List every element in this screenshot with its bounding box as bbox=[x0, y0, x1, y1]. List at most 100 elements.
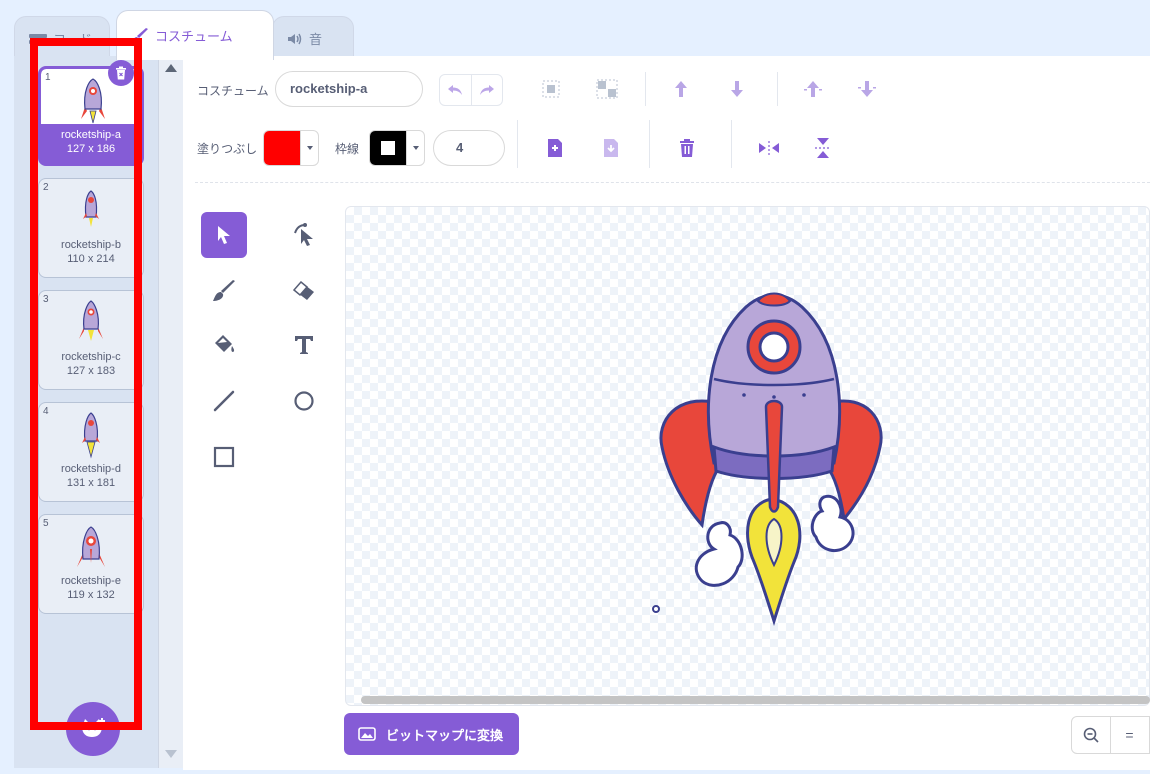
undo-button[interactable] bbox=[440, 75, 471, 105]
group-icon bbox=[542, 80, 560, 98]
paint-bucket-icon bbox=[215, 335, 235, 352]
tab-sound-label: 音 bbox=[309, 32, 323, 47]
fill-tool[interactable] bbox=[201, 322, 247, 368]
zoom-out-icon bbox=[1083, 727, 1099, 743]
arrow-cursor-icon bbox=[218, 226, 230, 244]
code-icon bbox=[29, 33, 47, 44]
costume-name-label: コスチューム bbox=[197, 84, 269, 98]
rocket-thumbnail bbox=[82, 412, 100, 459]
select-tool[interactable] bbox=[201, 212, 247, 258]
reshape-icon bbox=[294, 223, 313, 246]
backward-button[interactable] bbox=[723, 75, 751, 103]
flip-horizontal-icon bbox=[759, 141, 779, 155]
costume-selector: 1 rocketship-a 127 x 186 2 rocketship-b … bbox=[14, 56, 159, 768]
fill-color-picker[interactable] bbox=[263, 130, 319, 166]
flip-vertical-button[interactable] bbox=[809, 134, 837, 162]
costume-name: rocketship-b bbox=[61, 239, 121, 251]
costume-size: 127 x 186 bbox=[66, 143, 116, 155]
costume-size: 127 x 183 bbox=[66, 365, 116, 377]
bring-to-front-icon bbox=[804, 81, 822, 97]
costume-item-5[interactable]: 5 rocketship-e 119 x 132 bbox=[38, 514, 144, 614]
image-icon bbox=[358, 727, 376, 741]
fill-label: 塗りつぶし bbox=[197, 142, 258, 156]
costume-name: rocketship-a bbox=[61, 129, 121, 141]
tab-sound[interactable]: 音 bbox=[272, 16, 354, 60]
costume-name: rocketship-e bbox=[61, 575, 121, 587]
zoom-out-button[interactable] bbox=[1072, 717, 1110, 753]
front-button[interactable] bbox=[799, 75, 827, 103]
outline-swatch bbox=[370, 131, 406, 165]
convert-button-label: ビットマップに変換 bbox=[386, 727, 504, 743]
fill-swatch bbox=[264, 131, 300, 165]
toolbar-row-1: コスチューム rocketship-a bbox=[183, 70, 1150, 110]
eraser-tool[interactable] bbox=[281, 268, 327, 314]
drawing-canvas[interactable] bbox=[345, 206, 1150, 706]
undo-icon bbox=[448, 85, 463, 95]
rocket-sprite bbox=[652, 292, 883, 626]
cat-plus-icon bbox=[82, 718, 105, 737]
scroll-down-arrow-icon[interactable] bbox=[165, 750, 177, 758]
copy-icon bbox=[548, 139, 562, 157]
line-tool[interactable] bbox=[201, 378, 247, 424]
zoom-reset-button[interactable]: = bbox=[1110, 717, 1148, 753]
outline-width-input[interactable]: 4 bbox=[433, 130, 505, 166]
copy-button[interactable] bbox=[541, 134, 569, 162]
costume-name-input[interactable]: rocketship-a bbox=[275, 71, 423, 107]
arrow-down-icon bbox=[731, 81, 743, 97]
redo-icon bbox=[479, 85, 494, 95]
paint-editor-screen: コード コスチューム 音 1 rocketship-a 127 x 186 2 … bbox=[0, 0, 1150, 774]
reshape-tool[interactable] bbox=[281, 212, 327, 258]
brush-icon bbox=[132, 27, 148, 43]
canvas-horizontal-scrollbar[interactable] bbox=[361, 696, 1150, 704]
convert-to-bitmap-button[interactable]: ビットマップに変換 bbox=[344, 713, 519, 755]
group-button[interactable] bbox=[537, 75, 565, 103]
rocket-thumbnail bbox=[77, 526, 105, 567]
rectangle-tool[interactable] bbox=[201, 434, 247, 480]
costume-index: 2 bbox=[43, 182, 49, 193]
add-costume-button[interactable] bbox=[66, 702, 120, 756]
circle-icon bbox=[294, 391, 314, 411]
trash-icon bbox=[680, 139, 694, 157]
costume-index: 5 bbox=[43, 518, 49, 529]
flip-horizontal-button[interactable] bbox=[755, 134, 783, 162]
tab-bar: コード コスチューム 音 bbox=[0, 0, 1150, 60]
line-icon bbox=[213, 390, 235, 412]
rocket-thumbnail bbox=[83, 190, 99, 227]
text-tool[interactable] bbox=[281, 322, 327, 368]
ungroup-icon bbox=[596, 79, 618, 99]
rocket-thumbnail bbox=[81, 78, 105, 124]
costume-index: 4 bbox=[43, 406, 49, 417]
costume-size: 110 x 214 bbox=[67, 253, 115, 265]
costume-item-2[interactable]: 2 rocketship-b 110 x 214 bbox=[38, 178, 144, 278]
costume-name: rocketship-c bbox=[61, 351, 121, 363]
brush-icon bbox=[213, 280, 235, 301]
circle-tool[interactable] bbox=[281, 378, 327, 424]
redo-button[interactable] bbox=[470, 75, 503, 105]
costume-size: 131 x 181 bbox=[66, 477, 116, 489]
costume-item-3[interactable]: 3 rocketship-c 127 x 183 bbox=[38, 290, 144, 390]
costume-index: 3 bbox=[43, 294, 49, 305]
brush-tool[interactable] bbox=[201, 268, 247, 314]
scroll-up-arrow-icon[interactable] bbox=[165, 64, 177, 72]
costume-index: 1 bbox=[45, 72, 51, 83]
ungroup-button[interactable] bbox=[593, 75, 621, 103]
outline-label: 枠線 bbox=[335, 142, 360, 156]
delete-costume-button[interactable] bbox=[108, 60, 134, 86]
outline-color-picker[interactable] bbox=[369, 130, 425, 166]
tab-costume[interactable]: コスチューム bbox=[116, 10, 274, 60]
zoom-controls: = bbox=[1071, 716, 1150, 754]
forward-button[interactable] bbox=[667, 75, 695, 103]
send-to-back-icon bbox=[858, 81, 876, 97]
chevron-down-icon bbox=[412, 146, 419, 150]
paste-button[interactable] bbox=[597, 134, 625, 162]
tab-code[interactable]: コード bbox=[14, 16, 110, 60]
speaker-icon bbox=[288, 33, 302, 44]
costume-item-4[interactable]: 4 rocketship-d 131 x 181 bbox=[38, 402, 144, 502]
selector-scrollbar[interactable] bbox=[159, 56, 183, 768]
trash-icon bbox=[116, 66, 126, 80]
back-button[interactable] bbox=[853, 75, 881, 103]
costume-size: 119 x 132 bbox=[67, 589, 115, 601]
delete-button[interactable] bbox=[673, 134, 701, 162]
text-icon bbox=[295, 336, 313, 354]
arrow-up-icon bbox=[675, 81, 687, 97]
